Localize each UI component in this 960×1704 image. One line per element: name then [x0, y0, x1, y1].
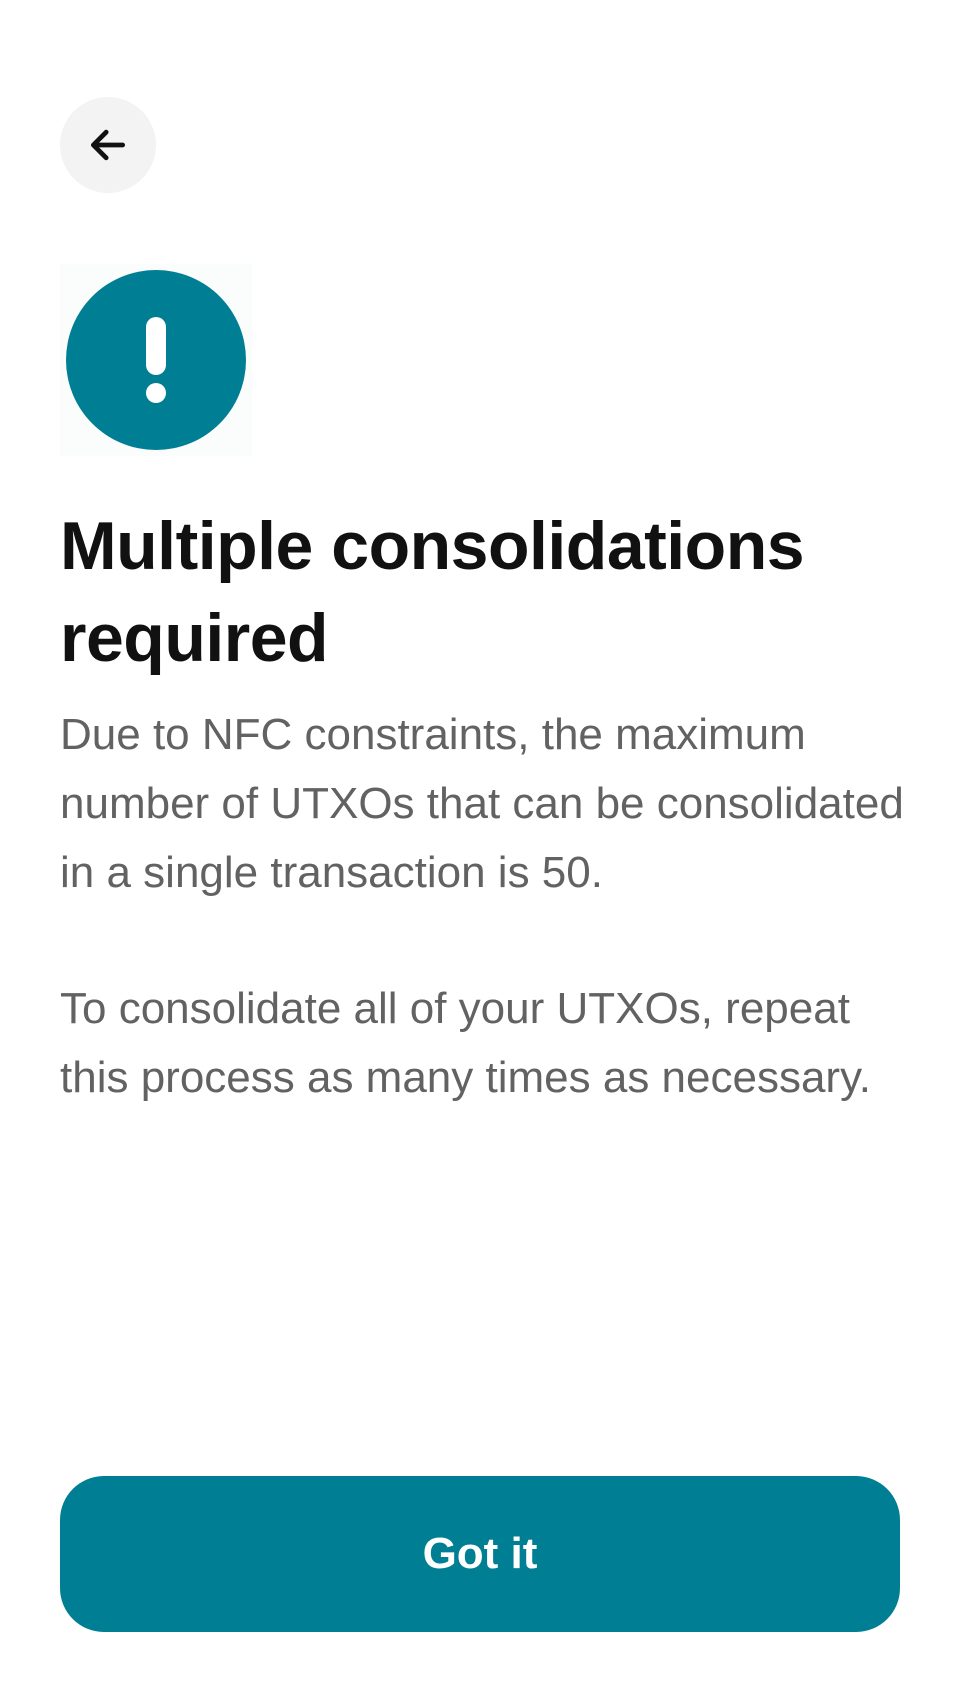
alert-circle — [66, 270, 246, 450]
got-it-button[interactable]: Got it — [60, 1476, 900, 1632]
arrow-left-icon — [86, 123, 130, 167]
description-paragraph-2: To consolidate all of your UTXOs, repeat… — [60, 984, 872, 1102]
description-paragraph-1: Due to NFC constraints, the maximum numb… — [60, 710, 904, 897]
exclamation-icon — [146, 317, 166, 403]
back-button[interactable] — [60, 97, 156, 193]
alert-icon-container — [60, 264, 252, 456]
description: Due to NFC constraints, the maximum numb… — [60, 700, 910, 1112]
multiple-consolidations-screen: Multiple consolidations required Due to … — [0, 0, 960, 1704]
page-title: Multiple consolidations required — [60, 508, 805, 676]
